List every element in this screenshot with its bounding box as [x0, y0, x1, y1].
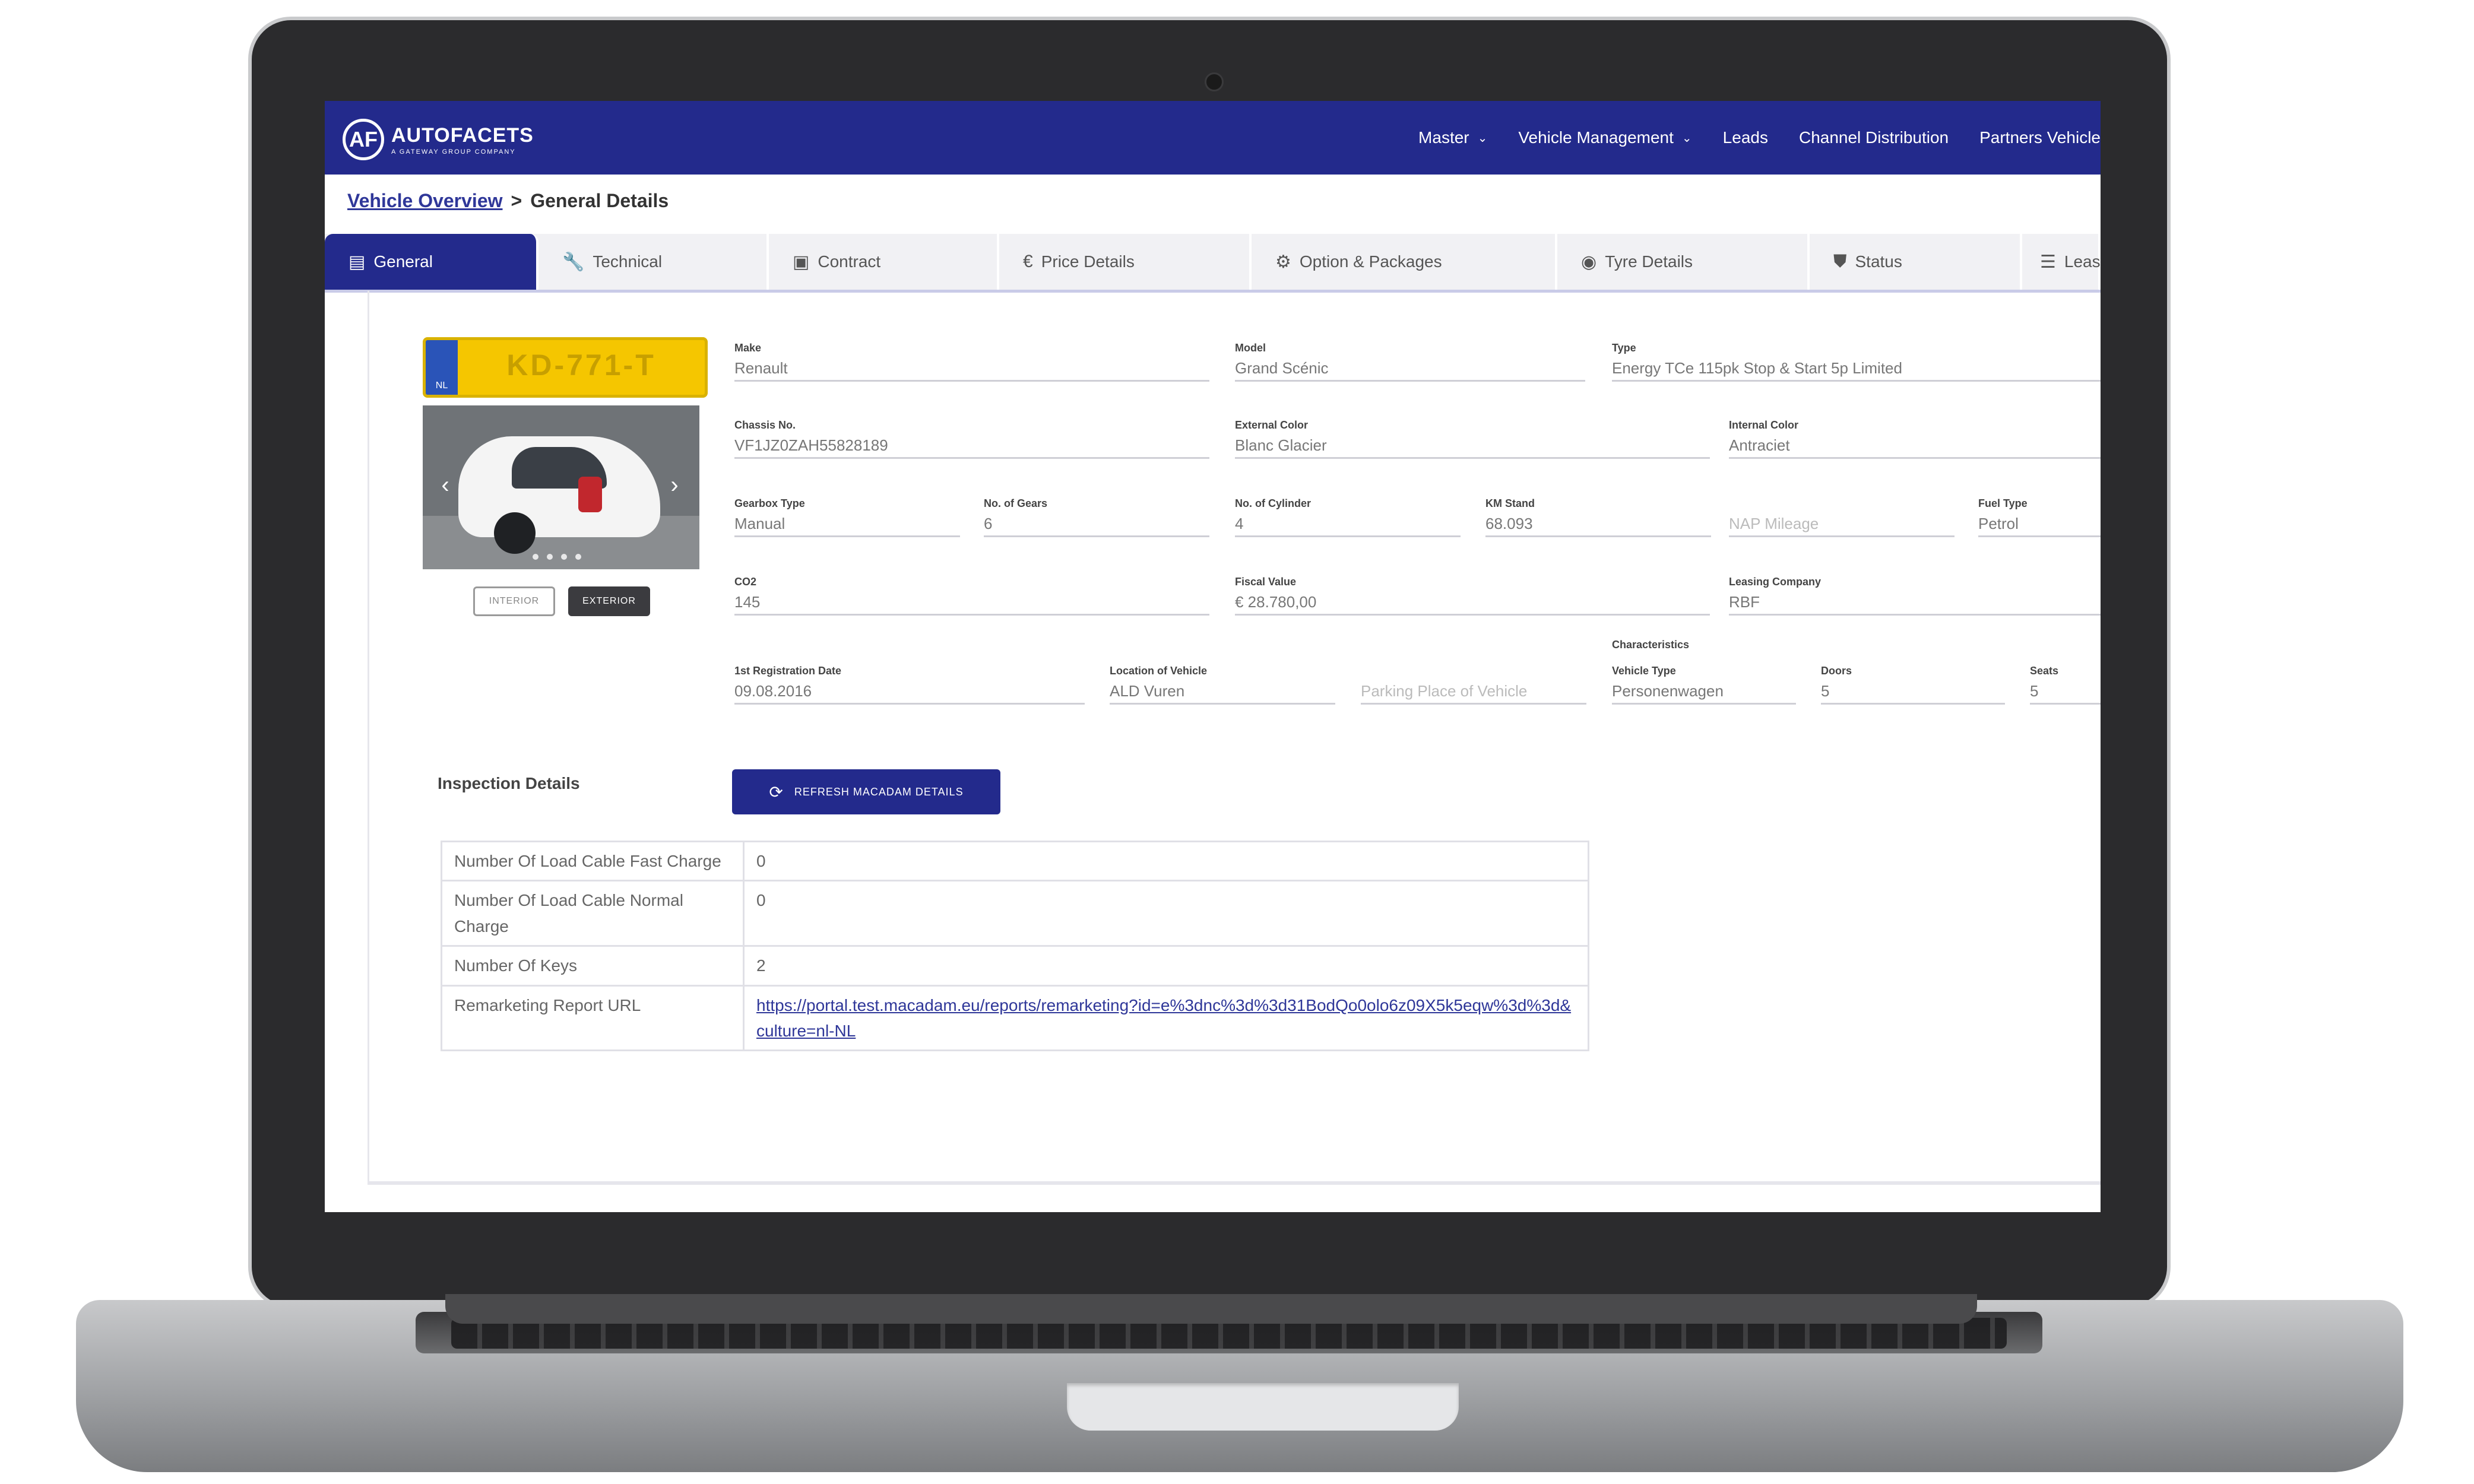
logo-name: AUTOFACETS: [391, 123, 534, 147]
chevron-right-icon[interactable]: ›: [663, 472, 686, 502]
menu-item-master[interactable]: Master ⌄: [1418, 128, 1487, 147]
lid-hinge: [445, 1294, 1977, 1324]
co2-field[interactable]: CO2 145: [734, 571, 1209, 616]
list-icon: ☰: [2040, 252, 2056, 272]
fuel-type-field[interactable]: Fuel Type Petrol: [1978, 493, 2101, 537]
first-registration-field[interactable]: 1st Registration Date 09.08.2016: [734, 660, 1085, 705]
breadcrumb-current: General Details: [530, 190, 669, 211]
shield-icon: ⛊: [1833, 252, 1847, 271]
logo[interactable]: AF AUTOFACETS A GATEWAY GROUP COMPANY: [343, 119, 534, 160]
internal-color-field[interactable]: Internal Color Antraciet: [1729, 414, 2101, 459]
carousel-dot[interactable]: [533, 554, 538, 560]
menu-item-vehicle-management[interactable]: Vehicle Management ⌄: [1518, 128, 1691, 147]
nap-mileage-field[interactable]: NAP Mileage: [1729, 493, 1955, 537]
carousel-dot[interactable]: [547, 554, 553, 560]
euro-icon: €: [1023, 252, 1033, 271]
tab-general[interactable]: ▤ General: [325, 234, 538, 290]
table-row: Number Of Load Cable Fast Charge 0: [441, 840, 1589, 882]
carousel-dot[interactable]: [561, 554, 567, 560]
fiscal-value-field[interactable]: Fiscal Value € 28.780,00: [1235, 571, 1710, 616]
top-navbar: AF AUTOFACETS A GATEWAY GROUP COMPANY Ma…: [325, 101, 2101, 175]
tab-status[interactable]: ⛊ Status: [1810, 234, 2022, 290]
exterior-view-button[interactable]: EXTERIOR: [568, 586, 650, 616]
seats-field[interactable]: Seats 5: [2030, 660, 2101, 705]
gearbox-field[interactable]: Gearbox Type Manual: [734, 493, 960, 537]
cylinder-field[interactable]: No. of Cylinder 4: [1235, 493, 1461, 537]
tyre-icon: ◉: [1581, 252, 1597, 272]
carousel-dots: [533, 554, 581, 560]
screen: AF AUTOFACETS A GATEWAY GROUP COMPANY Ma…: [325, 101, 2101, 1212]
chevron-down-icon: ⌄: [1681, 131, 1692, 145]
characteristics-caption: Characteristics: [1612, 639, 1690, 651]
wrench-icon: 🔧: [562, 252, 585, 272]
table-cell-key: Number Of Keys: [441, 945, 745, 987]
make-field[interactable]: Make Renault: [734, 337, 1209, 382]
leasing-company-field[interactable]: Leasing Company RBF: [1729, 571, 2101, 616]
tab-tyre-details[interactable]: ◉ Tyre Details: [1557, 234, 1810, 290]
doors-field[interactable]: Doors 5: [1821, 660, 2005, 705]
parking-place-field[interactable]: Parking Place of Vehicle: [1361, 660, 1586, 705]
table-cell-key: Number Of Load Cable Normal Charge: [441, 880, 745, 947]
logo-mark-icon: AF: [343, 119, 384, 160]
km-stand-field[interactable]: KM Stand 68.093: [1485, 493, 1711, 537]
inspection-table: Number Of Load Cable Fast Charge 0 Numbe…: [441, 840, 1589, 1052]
tab-lease[interactable]: ☰Lease: [2022, 234, 2101, 290]
breadcrumb: Vehicle Overview > General Details: [347, 190, 669, 212]
menu-item-partners-vehicle[interactable]: Partners Vehicle: [1979, 128, 2101, 147]
table-cell-key: Number Of Load Cable Fast Charge: [441, 840, 745, 882]
contract-icon: ▣: [793, 252, 810, 272]
table-cell-key: Remarketing Report URL: [441, 984, 745, 1052]
tab-contract[interactable]: ▣ Contract: [769, 234, 999, 290]
refresh-macadam-button[interactable]: ⟳ REFRESH MACADAM DETAILS: [732, 769, 1000, 814]
model-field[interactable]: Model Grand Scénic: [1235, 337, 1585, 382]
breadcrumb-link-vehicle-overview[interactable]: Vehicle Overview: [347, 190, 503, 211]
lid-notch: [1067, 1383, 1459, 1431]
menu-item-leads[interactable]: Leads: [1723, 128, 1768, 147]
chevron-left-icon[interactable]: ‹: [433, 472, 457, 502]
remarketing-report-link[interactable]: https://portal.test.macadam.eu/reports/r…: [756, 992, 1576, 1044]
gear-icon: ⚙: [1275, 252, 1291, 272]
table-cell-value: https://portal.test.macadam.eu/reports/r…: [743, 984, 1589, 1052]
gears-field[interactable]: No. of Gears 6: [984, 493, 1209, 537]
vehicle-type-field[interactable]: Vehicle Type Personenwagen: [1612, 660, 1796, 705]
breadcrumb-separator: >: [511, 190, 522, 211]
table-cell-value: 0: [743, 880, 1589, 947]
menu-item-channel-distribution[interactable]: Channel Distribution: [1799, 128, 1949, 147]
table-cell-value: 2: [743, 945, 1589, 987]
external-color-field[interactable]: External Color Blanc Glacier: [1235, 414, 1710, 459]
inspection-title: Inspection Details: [438, 774, 580, 792]
carousel-dot[interactable]: [575, 554, 581, 560]
interior-view-button[interactable]: INTERIOR: [473, 586, 555, 616]
tab-price-details[interactable]: € Price Details: [999, 234, 1252, 290]
location-field[interactable]: Location of Vehicle ALD Vuren: [1110, 660, 1335, 705]
logo-tagline: A GATEWAY GROUP COMPANY: [391, 148, 516, 156]
tab-option-packages[interactable]: ⚙ Option & Packages: [1252, 234, 1557, 290]
main-menu: Master ⌄ Vehicle Management ⌄ Leads Channe…: [1418, 101, 2101, 175]
plate-country: NL: [426, 340, 458, 395]
plate-number: KD-771-T: [506, 348, 656, 382]
chevron-down-icon: ⌄: [1477, 131, 1488, 145]
table-row: Remarketing Report URL https://portal.te…: [441, 984, 1589, 1052]
table-row: Number Of Load Cable Normal Charge 0: [441, 880, 1589, 947]
table-cell-value: 0: [743, 840, 1589, 882]
refresh-icon: ⟳: [769, 782, 784, 801]
webcam-icon: [1205, 72, 1224, 91]
license-plate: NL KD-771-T: [423, 337, 708, 398]
tab-bar: ▤ General 🔧 Technical ▣ Contract € Price Det…: [325, 234, 2101, 293]
table-row: Number Of Keys 2: [441, 945, 1589, 987]
tab-technical[interactable]: 🔧 Technical: [538, 234, 769, 290]
chassis-field[interactable]: Chassis No. VF1JZ0ZAH55828189: [734, 414, 1209, 459]
file-icon: ▤: [349, 252, 366, 272]
type-field[interactable]: Type Energy TCe 115pk Stop & Start 5p Li…: [1612, 337, 2101, 382]
vehicle-photo-carousel[interactable]: ‹ ›: [423, 405, 699, 569]
